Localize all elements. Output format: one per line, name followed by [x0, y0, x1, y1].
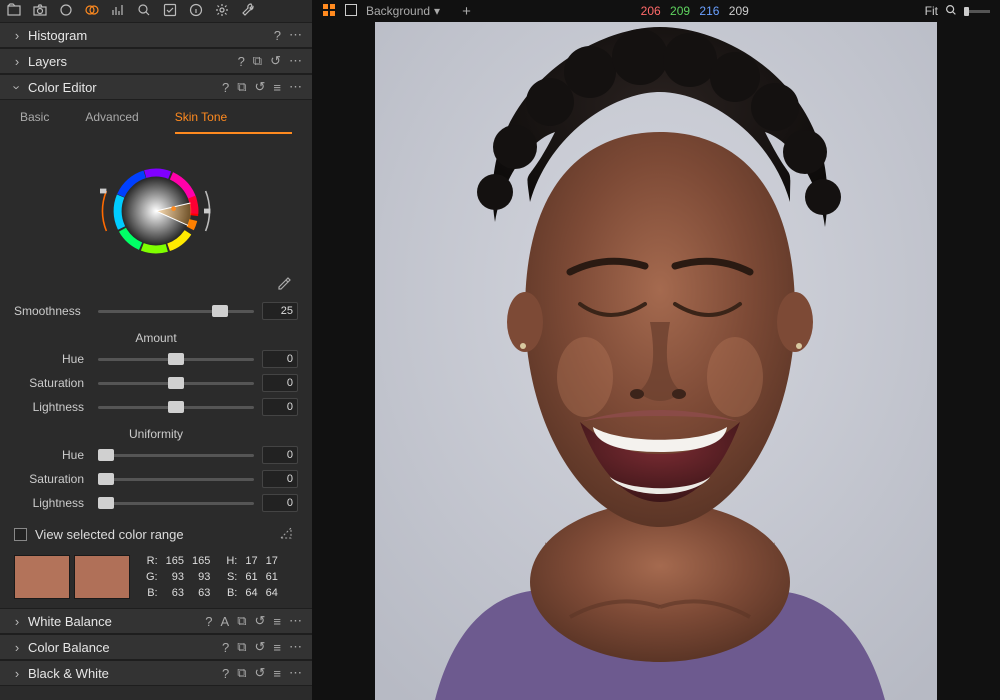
help-icon[interactable]: ? [238, 53, 245, 69]
amount-saturation-slider[interactable]: Saturation 0 [0, 371, 312, 395]
copy-icon[interactable]: ⧉ [237, 665, 246, 681]
reset-icon[interactable]: ↺ [255, 79, 266, 95]
more-icon[interactable]: ⋯ [289, 53, 302, 69]
help-icon[interactable]: ? [274, 27, 281, 43]
menu-icon[interactable]: ≡ [273, 79, 281, 95]
add-icon[interactable]: + [462, 3, 471, 20]
triangle-picker-icon[interactable] [278, 525, 294, 544]
chevron-right-icon: › [10, 666, 24, 681]
panel-title: Black & White [24, 666, 222, 681]
panel-title: White Balance [24, 614, 205, 629]
zoom-slider[interactable] [964, 10, 990, 13]
smoothness-slider[interactable]: Smoothness 25 [0, 299, 312, 323]
amount-label: Amount [0, 323, 312, 347]
rgb-readout: 206 209 216 209 [641, 4, 755, 18]
menu-icon[interactable]: ≡ [273, 665, 281, 681]
panel-histogram-header[interactable]: › Histogram ? ⋯ [0, 22, 312, 48]
sidebar: › Histogram ? ⋯ › Layers ? ⧉ ↺ ⋯ › Color… [0, 0, 312, 700]
library-icon[interactable] [6, 2, 22, 21]
uniformity-saturation-slider[interactable]: Saturation 0 [0, 467, 312, 491]
panel-title: Histogram [24, 28, 274, 43]
more-icon[interactable]: ⋯ [289, 27, 302, 43]
single-icon[interactable] [344, 3, 358, 20]
swatch-after[interactable] [74, 555, 130, 599]
swatch-before[interactable] [14, 555, 70, 599]
copy-icon[interactable]: ⧉ [237, 613, 246, 629]
image-viewer: Background ▾ + 206 209 216 209 Fit [312, 0, 1000, 700]
more-icon[interactable]: ⋯ [289, 639, 302, 655]
uniformity-hue-slider[interactable]: Hue 0 [0, 443, 312, 467]
chevron-down-icon: › [10, 80, 25, 94]
camera-icon[interactable] [32, 2, 48, 21]
reset-icon[interactable]: ↺ [255, 639, 266, 655]
check-icon[interactable] [162, 2, 178, 21]
viewer-toolbar: Background ▾ + 206 209 216 209 Fit [312, 0, 1000, 22]
chevron-down-icon: ▾ [434, 4, 440, 18]
help-icon[interactable]: ? [222, 639, 229, 655]
uniformity-lightness-slider[interactable]: Lightness 0 [0, 491, 312, 515]
amount-hue-slider[interactable]: Hue 0 [0, 347, 312, 371]
panel-title: Layers [24, 54, 238, 69]
reset-icon[interactable]: ↺ [255, 665, 266, 681]
wrench-icon[interactable] [240, 2, 256, 21]
levels-icon[interactable] [110, 2, 126, 21]
view-range-label: View selected color range [35, 527, 184, 542]
eyedropper-icon[interactable] [276, 276, 292, 295]
tab-advanced[interactable]: Advanced [85, 110, 138, 134]
help-icon[interactable]: ? [222, 665, 229, 681]
more-icon[interactable]: ⋯ [289, 665, 302, 681]
panel-title: Color Editor [24, 80, 222, 95]
reset-icon[interactable]: ↺ [255, 613, 266, 629]
help-icon[interactable]: ? [222, 79, 229, 95]
color-readouts: R:165165H:1717 G:9393S:6161 B:6363B:6464 [144, 552, 286, 602]
chevron-right-icon: › [10, 640, 24, 655]
panel-title: Color Balance [24, 640, 222, 655]
copy-icon[interactable]: ⧉ [237, 639, 246, 655]
lens-icon[interactable] [58, 2, 74, 21]
canvas[interactable] [312, 22, 1000, 700]
zoom-icon[interactable] [944, 3, 958, 20]
copy-icon[interactable]: ⧉ [253, 53, 262, 69]
color-wheel[interactable] [76, 146, 236, 276]
more-icon[interactable]: ⋯ [289, 613, 302, 629]
panel-color-balance-header[interactable]: › Color Balance ? ⧉ ↺ ≡ ⋯ [0, 634, 312, 660]
copy-icon[interactable]: ⧉ [237, 79, 246, 95]
view-range-checkbox[interactable] [14, 528, 27, 541]
grid-icon[interactable] [322, 3, 336, 20]
panel-white-balance-header[interactable]: › White Balance ? A ⧉ ↺ ≡ ⋯ [0, 608, 312, 634]
auto-icon[interactable]: A [221, 613, 230, 629]
tab-skin-tone[interactable]: Skin Tone [175, 110, 292, 134]
menu-icon[interactable]: ≡ [273, 613, 281, 629]
more-icon[interactable]: ⋯ [289, 79, 302, 95]
tool-toolbar [0, 0, 312, 22]
panel-color-editor-header[interactable]: › Color Editor ? ⧉ ↺ ≡ ⋯ [0, 74, 312, 100]
fit-label[interactable]: Fit [925, 4, 938, 18]
chevron-right-icon: › [10, 614, 24, 629]
panel-black-white-header[interactable]: › Black & White ? ⧉ ↺ ≡ ⋯ [0, 660, 312, 686]
panel-layers-header[interactable]: › Layers ? ⧉ ↺ ⋯ [0, 48, 312, 74]
swatch-row: R:165165H:1717 G:9393S:6161 B:6363B:6464 [0, 552, 312, 608]
chevron-right-icon: › [10, 54, 24, 69]
search-icon[interactable] [136, 2, 152, 21]
color-icon[interactable] [84, 2, 100, 21]
reset-icon[interactable]: ↺ [270, 53, 281, 69]
chevron-right-icon: › [10, 28, 24, 43]
amount-lightness-slider[interactable]: Lightness 0 [0, 395, 312, 419]
color-editor-body: Basic Advanced Skin Tone [0, 100, 312, 608]
background-select[interactable]: Background ▾ [366, 4, 440, 18]
gear-icon[interactable] [214, 2, 230, 21]
help-icon[interactable]: ? [205, 613, 212, 629]
uniformity-label: Uniformity [0, 419, 312, 443]
menu-icon[interactable]: ≡ [273, 639, 281, 655]
info-icon[interactable] [188, 2, 204, 21]
tab-basic[interactable]: Basic [20, 110, 49, 134]
